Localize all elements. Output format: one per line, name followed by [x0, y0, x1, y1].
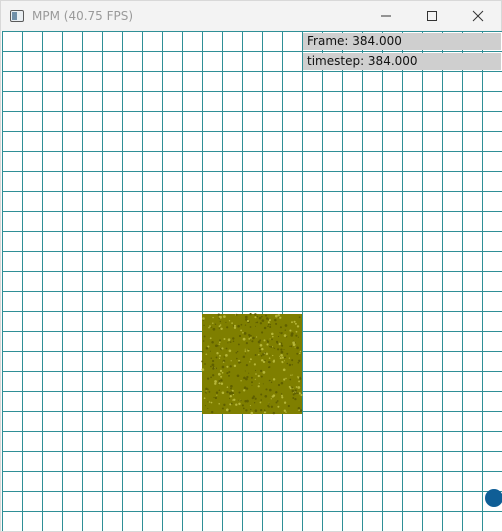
title-bar[interactable]: MPM (40.75 FPS) [1, 1, 501, 31]
app-window: MPM (40.75 FPS) Frame: 384.000 timestep:… [0, 0, 502, 532]
window-title: MPM (40.75 FPS) [32, 9, 134, 23]
maximize-button[interactable] [409, 1, 455, 31]
minimize-icon [381, 15, 391, 17]
particle-block [201, 313, 303, 415]
simulation-canvas[interactable]: Frame: 384.000 timestep: 384.000 [2, 31, 502, 531]
app-window-icon [10, 10, 24, 22]
close-icon [472, 10, 484, 22]
frame-counter: Frame: 384.000 [303, 33, 501, 50]
timestep-counter: timestep: 384.000 [303, 53, 501, 70]
simulation-view [2, 31, 502, 531]
close-button[interactable] [455, 1, 501, 31]
maximize-icon [427, 11, 437, 21]
window-controls [363, 1, 501, 31]
minimize-button[interactable] [363, 1, 409, 31]
grid-lines [2, 31, 502, 531]
